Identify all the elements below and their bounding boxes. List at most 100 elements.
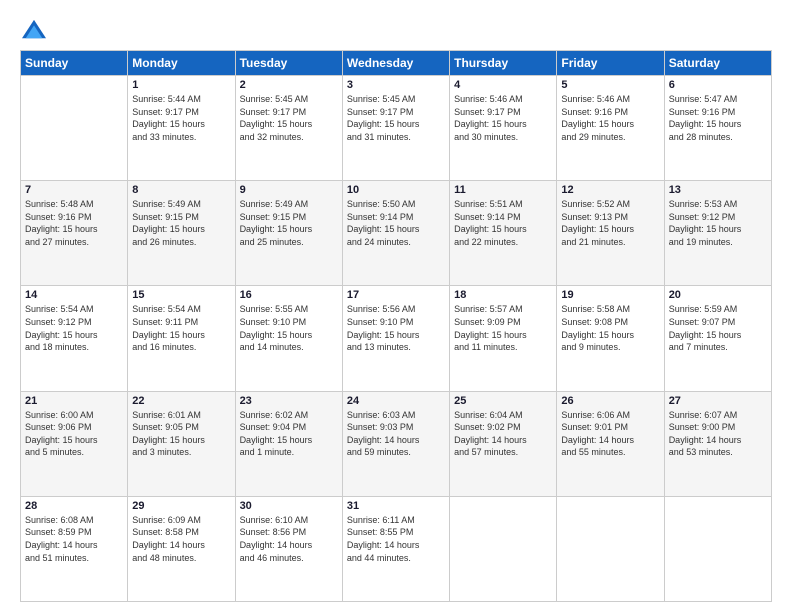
day-number: 25	[454, 395, 552, 407]
day-number: 29	[132, 500, 230, 512]
calendar-cell: 22 Sunrise: 6:01 AMSunset: 9:05 PMDayligh…	[128, 391, 235, 496]
logo	[20, 18, 52, 42]
day-number: 11	[454, 184, 552, 196]
day-number: 6	[669, 79, 767, 91]
calendar-cell: 10 Sunrise: 5:50 AMSunset: 9:14 PMDayligh…	[342, 181, 449, 286]
calendar-cell: 3 Sunrise: 5:45 AMSunset: 9:17 PMDaylight…	[342, 76, 449, 181]
day-info: Sunrise: 5:52 AMSunset: 9:13 PMDaylight:…	[561, 198, 659, 248]
day-info: Sunrise: 5:45 AMSunset: 9:17 PMDaylight:…	[240, 93, 338, 143]
day-number: 20	[669, 289, 767, 301]
day-number: 18	[454, 289, 552, 301]
day-info: Sunrise: 5:53 AMSunset: 9:12 PMDaylight:…	[669, 198, 767, 248]
day-info: Sunrise: 6:08 AMSunset: 8:59 PMDaylight:…	[25, 514, 123, 564]
calendar-week-row: 7 Sunrise: 5:48 AMSunset: 9:16 PMDaylight…	[21, 181, 772, 286]
weekday-header: Saturday	[664, 51, 771, 76]
calendar-cell: 17 Sunrise: 5:56 AMSunset: 9:10 PMDayligh…	[342, 286, 449, 391]
calendar-cell: 11 Sunrise: 5:51 AMSunset: 9:14 PMDayligh…	[450, 181, 557, 286]
day-info: Sunrise: 5:47 AMSunset: 9:16 PMDaylight:…	[669, 93, 767, 143]
calendar-cell: 5 Sunrise: 5:46 AMSunset: 9:16 PMDaylight…	[557, 76, 664, 181]
calendar-cell: 29 Sunrise: 6:09 AMSunset: 8:58 PMDayligh…	[128, 496, 235, 601]
day-info: Sunrise: 6:09 AMSunset: 8:58 PMDaylight:…	[132, 514, 230, 564]
calendar-week-row: 14 Sunrise: 5:54 AMSunset: 9:12 PMDayligh…	[21, 286, 772, 391]
day-info: Sunrise: 5:56 AMSunset: 9:10 PMDaylight:…	[347, 303, 445, 353]
day-number: 5	[561, 79, 659, 91]
day-number: 10	[347, 184, 445, 196]
calendar-cell	[21, 76, 128, 181]
weekday-header: Thursday	[450, 51, 557, 76]
day-number: 3	[347, 79, 445, 91]
calendar-cell: 18 Sunrise: 5:57 AMSunset: 9:09 PMDayligh…	[450, 286, 557, 391]
day-info: Sunrise: 5:54 AMSunset: 9:12 PMDaylight:…	[25, 303, 123, 353]
calendar-cell: 28 Sunrise: 6:08 AMSunset: 8:59 PMDayligh…	[21, 496, 128, 601]
day-info: Sunrise: 6:07 AMSunset: 9:00 PMDaylight:…	[669, 409, 767, 459]
header	[20, 18, 772, 42]
day-number: 27	[669, 395, 767, 407]
calendar-cell: 21 Sunrise: 6:00 AMSunset: 9:06 PMDayligh…	[21, 391, 128, 496]
page: SundayMondayTuesdayWednesdayThursdayFrid…	[0, 0, 792, 612]
day-number: 14	[25, 289, 123, 301]
day-info: Sunrise: 5:50 AMSunset: 9:14 PMDaylight:…	[347, 198, 445, 248]
day-number: 28	[25, 500, 123, 512]
calendar: SundayMondayTuesdayWednesdayThursdayFrid…	[20, 50, 772, 602]
calendar-cell: 4Sunrise: 5:46 AMSunset: 9:17 PMDaylight…	[450, 76, 557, 181]
day-number: 23	[240, 395, 338, 407]
day-info: Sunrise: 5:49 AMSunset: 9:15 PMDaylight:…	[132, 198, 230, 248]
calendar-cell: 8 Sunrise: 5:49 AMSunset: 9:15 PMDaylight…	[128, 181, 235, 286]
calendar-cell: 24 Sunrise: 6:03 AMSunset: 9:03 PMDayligh…	[342, 391, 449, 496]
day-number: 1	[132, 79, 230, 91]
day-number: 2	[240, 79, 338, 91]
calendar-cell	[450, 496, 557, 601]
day-info: Sunrise: 5:58 AMSunset: 9:08 PMDaylight:…	[561, 303, 659, 353]
day-number: 17	[347, 289, 445, 301]
calendar-cell: 12 Sunrise: 5:52 AMSunset: 9:13 PMDayligh…	[557, 181, 664, 286]
day-number: 24	[347, 395, 445, 407]
calendar-cell: 31Sunrise: 6:11 AMSunset: 8:55 PMDayligh…	[342, 496, 449, 601]
calendar-cell: 14 Sunrise: 5:54 AMSunset: 9:12 PMDayligh…	[21, 286, 128, 391]
day-info: Sunrise: 5:57 AMSunset: 9:09 PMDaylight:…	[454, 303, 552, 353]
calendar-cell: 27 Sunrise: 6:07 AMSunset: 9:00 PMDayligh…	[664, 391, 771, 496]
weekday-header: Monday	[128, 51, 235, 76]
calendar-cell: 26Sunrise: 6:06 AMSunset: 9:01 PMDayligh…	[557, 391, 664, 496]
calendar-cell: 9Sunrise: 5:49 AMSunset: 9:15 PMDaylight…	[235, 181, 342, 286]
calendar-cell: 30Sunrise: 6:10 AMSunset: 8:56 PMDayligh…	[235, 496, 342, 601]
calendar-week-row: 21 Sunrise: 6:00 AMSunset: 9:06 PMDayligh…	[21, 391, 772, 496]
day-info: Sunrise: 5:59 AMSunset: 9:07 PMDaylight:…	[669, 303, 767, 353]
day-info: Sunrise: 5:45 AMSunset: 9:17 PMDaylight:…	[347, 93, 445, 143]
calendar-cell	[557, 496, 664, 601]
day-number: 22	[132, 395, 230, 407]
calendar-cell: 15 Sunrise: 5:54 AMSunset: 9:11 PMDayligh…	[128, 286, 235, 391]
calendar-cell: 16Sunrise: 5:55 AMSunset: 9:10 PMDayligh…	[235, 286, 342, 391]
day-number: 21	[25, 395, 123, 407]
day-info: Sunrise: 5:46 AMSunset: 9:17 PMDaylight:…	[454, 93, 552, 143]
day-info: Sunrise: 5:48 AMSunset: 9:16 PMDaylight:…	[25, 198, 123, 248]
calendar-cell: 6 Sunrise: 5:47 AMSunset: 9:16 PMDaylight…	[664, 76, 771, 181]
day-info: Sunrise: 6:03 AMSunset: 9:03 PMDaylight:…	[347, 409, 445, 459]
day-number: 19	[561, 289, 659, 301]
calendar-cell: 7 Sunrise: 5:48 AMSunset: 9:16 PMDaylight…	[21, 181, 128, 286]
calendar-header-row: SundayMondayTuesdayWednesdayThursdayFrid…	[21, 51, 772, 76]
day-number: 12	[561, 184, 659, 196]
day-info: Sunrise: 5:46 AMSunset: 9:16 PMDaylight:…	[561, 93, 659, 143]
day-info: Sunrise: 5:49 AMSunset: 9:15 PMDaylight:…	[240, 198, 338, 248]
day-number: 7	[25, 184, 123, 196]
day-info: Sunrise: 5:51 AMSunset: 9:14 PMDaylight:…	[454, 198, 552, 248]
calendar-cell: 19 Sunrise: 5:58 AMSunset: 9:08 PMDayligh…	[557, 286, 664, 391]
calendar-week-row: 28 Sunrise: 6:08 AMSunset: 8:59 PMDayligh…	[21, 496, 772, 601]
day-number: 30	[240, 500, 338, 512]
weekday-header: Tuesday	[235, 51, 342, 76]
calendar-cell: 25Sunrise: 6:04 AMSunset: 9:02 PMDayligh…	[450, 391, 557, 496]
weekday-header: Friday	[557, 51, 664, 76]
day-info: Sunrise: 6:00 AMSunset: 9:06 PMDaylight:…	[25, 409, 123, 459]
logo-icon	[20, 18, 48, 42]
calendar-cell: 2 Sunrise: 5:45 AMSunset: 9:17 PMDaylight…	[235, 76, 342, 181]
calendar-week-row: 1 Sunrise: 5:44 AMSunset: 9:17 PMDaylight…	[21, 76, 772, 181]
day-info: Sunrise: 6:01 AMSunset: 9:05 PMDaylight:…	[132, 409, 230, 459]
day-info: Sunrise: 5:54 AMSunset: 9:11 PMDaylight:…	[132, 303, 230, 353]
day-number: 16	[240, 289, 338, 301]
day-number: 26	[561, 395, 659, 407]
weekday-header: Sunday	[21, 51, 128, 76]
day-number: 15	[132, 289, 230, 301]
day-info: Sunrise: 5:44 AMSunset: 9:17 PMDaylight:…	[132, 93, 230, 143]
day-number: 13	[669, 184, 767, 196]
day-number: 8	[132, 184, 230, 196]
